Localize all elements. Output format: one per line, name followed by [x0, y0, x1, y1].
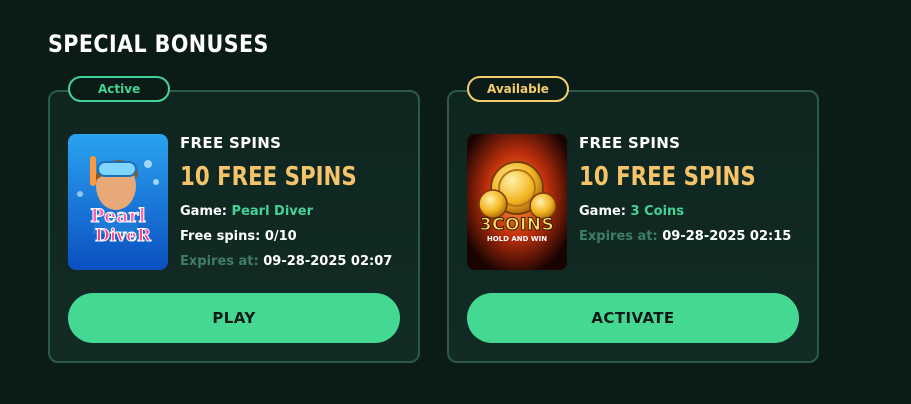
game-label: Game:	[180, 204, 228, 219]
expires-value: 09-28-2025 02:15	[662, 229, 792, 244]
game-line: Game: Pearl Diver	[180, 204, 408, 219]
game-label: Game:	[579, 204, 627, 219]
free-spins-line: Free spins: 0/10	[180, 229, 408, 244]
expires-line: Expires at: 09-28-2025 02:07	[180, 254, 408, 269]
bonus-card-pearl-diver: Active Pearl DiveR FREE SPINS 10 FREE SP…	[48, 76, 420, 363]
expires-value: 09-28-2025 02:07	[263, 254, 393, 269]
expires-line: Expires at: 09-28-2025 02:15	[579, 229, 807, 244]
bonus-type: FREE SPINS	[579, 134, 681, 152]
bonus-type: FREE SPINS	[180, 134, 282, 152]
section-title: SPECIAL BONUSES	[48, 30, 269, 58]
game-line: Game: 3 Coins	[579, 204, 807, 219]
bonus-card-3-coins: Available 3COINS HOLD AND WIN FREE SPINS…	[447, 76, 819, 363]
pearl-diver-art	[68, 134, 168, 270]
free-spins-value: 0/10	[264, 229, 297, 244]
three-coins-logo-bottom: HOLD AND WIN	[486, 235, 548, 243]
status-badge-available: Available	[467, 76, 569, 102]
bonus-amount: 10 FREE SPINS	[579, 162, 756, 192]
status-badge-active: Active	[68, 76, 171, 102]
three-coins-logo-top: 3COINS	[479, 215, 555, 235]
game-thumbnail-pearl-diver: Pearl DiveR	[68, 134, 168, 270]
expires-label: Expires at:	[579, 229, 658, 244]
expires-label: Expires at:	[180, 254, 259, 269]
game-thumbnail-3-coins: 3COINS HOLD AND WIN	[467, 134, 567, 270]
free-spins-label: Free spins:	[180, 229, 261, 244]
pearl-diver-logo-bottom: DiveR	[94, 226, 152, 247]
activate-button[interactable]: ACTIVATE	[467, 293, 799, 343]
play-button[interactable]: PLAY	[68, 293, 400, 343]
bonus-amount: 10 FREE SPINS	[180, 162, 357, 192]
game-name: Pearl Diver	[231, 204, 314, 219]
three-coins-art	[467, 134, 567, 270]
pearl-diver-logo-top: Pearl	[90, 205, 146, 227]
game-name: 3 Coins	[630, 204, 685, 219]
